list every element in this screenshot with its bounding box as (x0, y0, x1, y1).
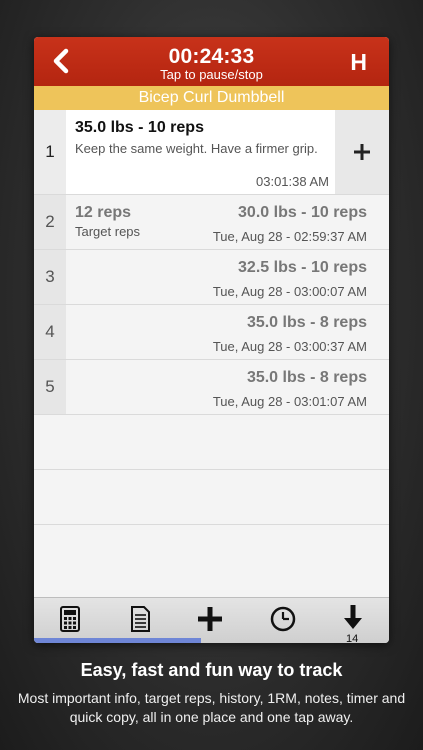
empty-row (34, 525, 389, 555)
set-value: 35.0 lbs - 8 reps (246, 369, 367, 386)
download-count: 14 (346, 633, 359, 643)
set-row[interactable]: 3 32.5 lbs - 10 reps Tue, Aug 28 - 03:00… (34, 250, 389, 305)
set-row[interactable]: 4 35.0 lbs - 8 reps Tue, Aug 28 - 03:00:… (34, 305, 389, 360)
top-bar: 00:24:33 Tap to pause/stop H (34, 37, 389, 86)
bottom-toolbar: 14 (34, 597, 389, 643)
set-number: 4 (34, 305, 66, 359)
set-row[interactable]: 2 12 reps Target reps 30.0 lbs - 10 reps… (34, 195, 389, 250)
set-time: Tue, Aug 28 - 03:00:07 AM (212, 284, 367, 299)
set-list: 1 35.0 lbs - 10 reps Keep the same weigh… (34, 110, 389, 555)
set-number: 2 (34, 195, 66, 249)
set-value: 30.0 lbs - 10 reps (238, 204, 367, 221)
set-number: 3 (34, 250, 66, 304)
set-number: 1 (34, 110, 66, 194)
current-set-title: 35.0 lbs - 10 reps (75, 119, 204, 136)
clock-icon[interactable] (270, 606, 296, 632)
add-set-button[interactable] (335, 110, 389, 194)
target-reps: 12 reps (75, 204, 132, 221)
app-screen: 00:24:33 Tap to pause/stop H Bicep Curl … (34, 37, 389, 643)
notes-icon[interactable] (127, 606, 153, 632)
history-button[interactable]: H (350, 49, 367, 76)
set-time: Tue, Aug 28 - 03:00:37 AM (212, 339, 367, 354)
target-reps-label: Target reps (75, 224, 141, 239)
set-number: 5 (34, 360, 66, 414)
workout-timer[interactable]: 00:24:33 (34, 45, 389, 69)
set-time: Tue, Aug 28 - 03:01:07 AM (212, 394, 367, 409)
set-time: Tue, Aug 28 - 02:59:37 AM (212, 229, 367, 244)
empty-row (34, 415, 389, 470)
set-value: 32.5 lbs - 10 reps (238, 259, 367, 276)
calculator-icon[interactable] (57, 606, 83, 632)
caption-title: Easy, fast and fun way to track (80, 660, 343, 680)
caption-description: Most important info, target reps, histor… (17, 690, 406, 725)
set-value: 35.0 lbs - 8 reps (246, 314, 367, 331)
current-set-time: 03:01:38 AM (256, 174, 329, 189)
plus-icon[interactable] (197, 606, 223, 632)
download-icon[interactable] (340, 604, 366, 630)
empty-row (34, 470, 389, 525)
timer-hint[interactable]: Tap to pause/stop (34, 67, 389, 82)
plus-icon (354, 144, 370, 160)
set-row[interactable]: 5 35.0 lbs - 8 reps Tue, Aug 28 - 03:01:… (34, 360, 389, 415)
current-set-note: Keep the same weight. Have a firmer grip… (75, 141, 318, 156)
progress-bar (34, 638, 201, 643)
current-set-row[interactable]: 1 35.0 lbs - 10 reps Keep the same weigh… (34, 110, 389, 195)
exercise-name[interactable]: Bicep Curl Dumbbell (34, 86, 389, 110)
